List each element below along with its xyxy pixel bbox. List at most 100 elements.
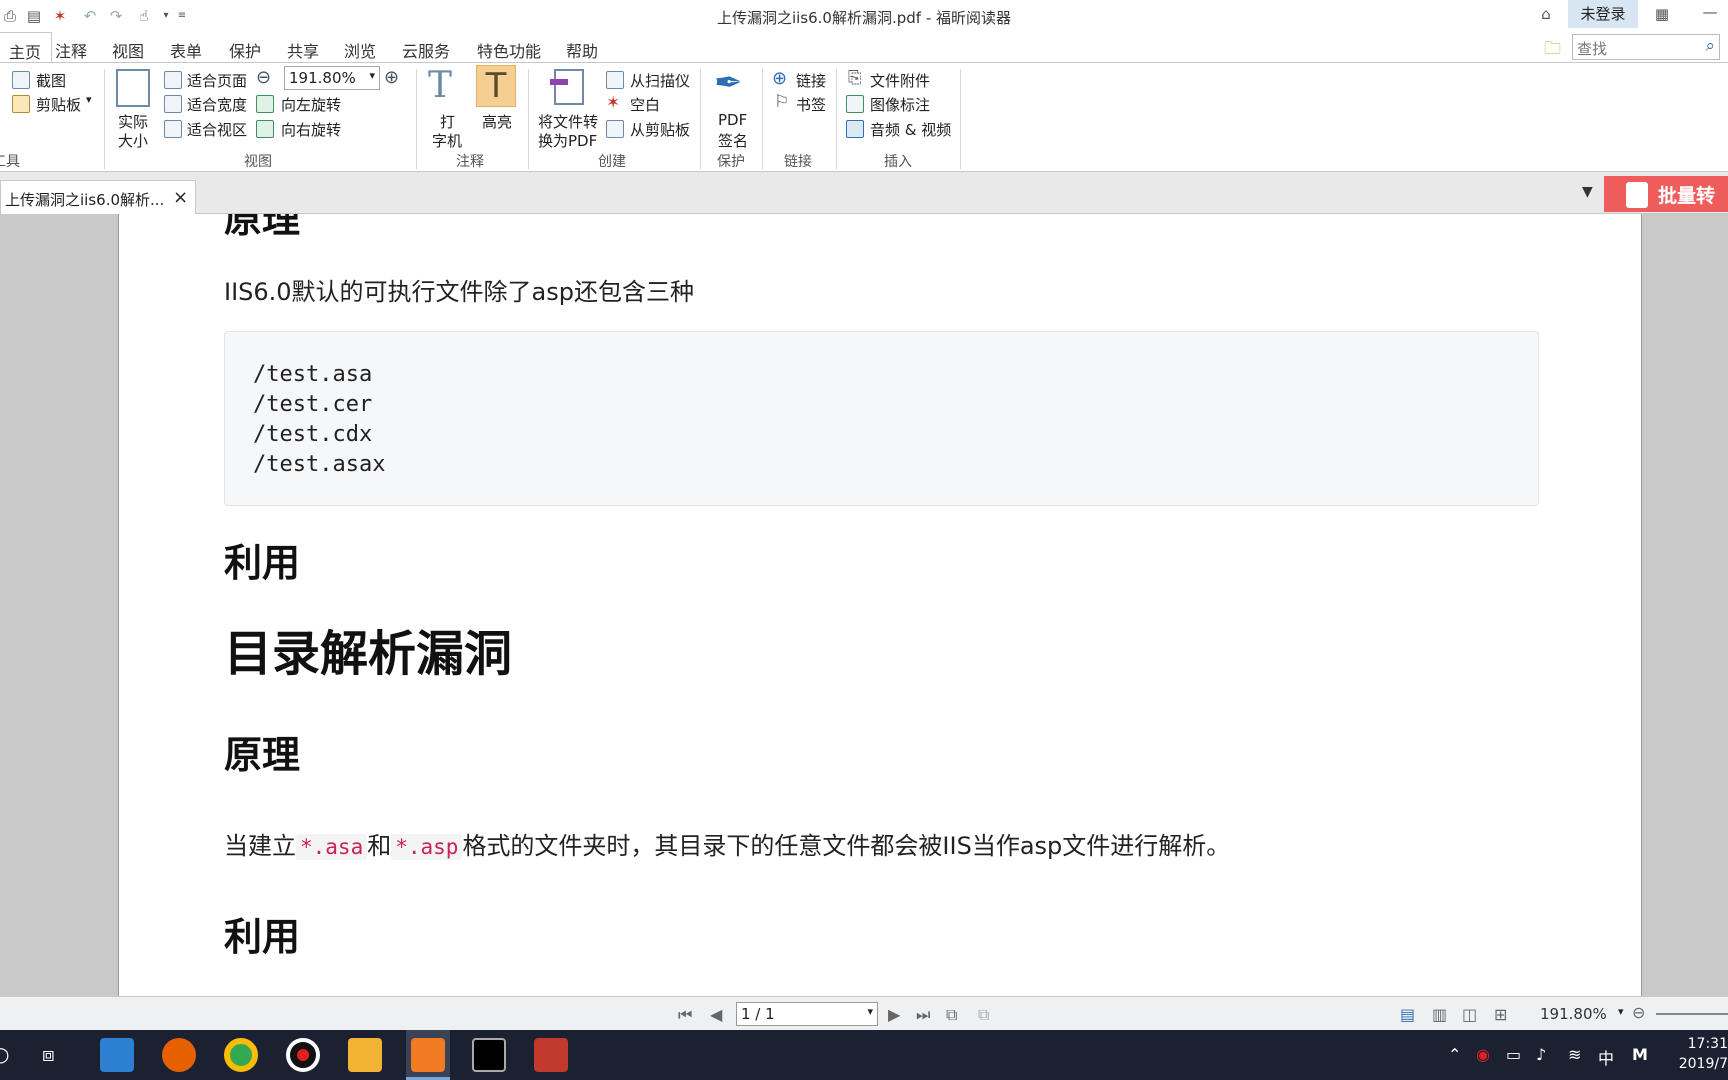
- first-page-icon[interactable]: ⏮: [678, 1005, 692, 1025]
- tab-help[interactable]: 帮助: [566, 38, 598, 62]
- attachment-button[interactable]: 文件附件: [870, 70, 930, 91]
- from-scanner-button[interactable]: 从扫描仪: [630, 70, 690, 91]
- document-icon: [1626, 182, 1648, 208]
- typewriter-label-2[interactable]: 字机: [432, 130, 462, 151]
- single-page-icon[interactable]: ▤: [1400, 1005, 1415, 1024]
- fit-page-icon: [164, 71, 182, 89]
- file-explorer-icon[interactable]: [348, 1038, 382, 1072]
- zoom-in-icon[interactable]: ⊕: [384, 67, 399, 88]
- tab-home[interactable]: 主页: [0, 32, 53, 63]
- blank-button[interactable]: 空白: [630, 94, 660, 115]
- chevron-down-icon: ▾: [369, 69, 375, 82]
- search-input[interactable]: 查找 ⌕: [1572, 34, 1720, 60]
- minimize-icon[interactable]: —: [1700, 2, 1720, 22]
- input-mode-indicator[interactable]: M: [1632, 1045, 1648, 1064]
- actual-size-icon: [116, 69, 150, 107]
- tab-cloud[interactable]: 云服务: [402, 38, 450, 62]
- heading-use: 利用: [224, 541, 301, 585]
- tab-browse[interactable]: 浏览: [344, 38, 376, 62]
- convert-label-2[interactable]: 换为PDF: [538, 130, 597, 151]
- fit-visible-button[interactable]: 适合视区: [187, 119, 247, 140]
- burp-suite-icon[interactable]: [534, 1038, 568, 1072]
- zoom-out-icon[interactable]: ⊖: [1632, 1003, 1645, 1022]
- tab-form[interactable]: 表单: [170, 38, 202, 62]
- login-button[interactable]: 未登录: [1568, 0, 1638, 28]
- previous-view-icon[interactable]: ⧉: [946, 1005, 957, 1025]
- search-icon[interactable]: ○: [0, 1042, 9, 1066]
- taskbar: ○ ⧈ ⌃ ◉ ▭ ♪ ≋ 中 M 17:31 2019/7: [0, 1030, 1728, 1080]
- actual-size-label-2[interactable]: 大小: [118, 130, 148, 151]
- inline-code: *.asp: [391, 834, 463, 860]
- zoom-level[interactable]: 191.80%: [1540, 1005, 1607, 1023]
- grid-icon[interactable]: ▦: [1652, 4, 1672, 24]
- tab-view[interactable]: 视图: [112, 38, 144, 62]
- tab-annotate[interactable]: 注释: [55, 38, 87, 62]
- next-page-icon[interactable]: ▶: [888, 1005, 900, 1024]
- chrome-icon[interactable]: [224, 1038, 258, 1072]
- taskbar-active-app[interactable]: [406, 1030, 450, 1080]
- next-view-icon[interactable]: ⧉: [978, 1005, 989, 1025]
- zoom-select[interactable]: 191.80% ▾: [284, 66, 380, 90]
- facing-icon[interactable]: ◫: [1462, 1005, 1477, 1024]
- highlight-icon[interactable]: T: [476, 65, 516, 107]
- chevron-down-icon[interactable]: ▾: [86, 93, 92, 106]
- chevron-down-icon: ▾: [867, 1005, 873, 1018]
- zoom-slider[interactable]: [1656, 1013, 1728, 1015]
- document-viewer[interactable]: 原理 IIS6.0默认的可执行文件除了asp还包含三种 /test.asa /t…: [0, 214, 1728, 996]
- previous-page-icon[interactable]: ◀: [710, 1005, 722, 1024]
- tab-protect[interactable]: 保护: [229, 38, 261, 62]
- ime-indicator[interactable]: 中: [1598, 1045, 1614, 1069]
- group-label-tools: 工具: [0, 154, 20, 170]
- battery-icon[interactable]: ▭: [1506, 1045, 1521, 1064]
- skin-icon[interactable]: ⌂: [1536, 4, 1556, 24]
- tray-chevron-icon[interactable]: ⌃: [1448, 1045, 1461, 1064]
- divider: [762, 69, 763, 169]
- tab-features[interactable]: 特色功能: [477, 38, 541, 62]
- pdf-sign-label-1[interactable]: PDF: [718, 111, 747, 129]
- actual-size-label-1[interactable]: 实际: [118, 111, 148, 132]
- image-annotation-button[interactable]: 图像标注: [870, 94, 930, 115]
- chevron-down-icon[interactable]: ▾: [1618, 1005, 1624, 1018]
- terminal-icon[interactable]: [472, 1038, 506, 1072]
- group-label-links: 链接: [784, 154, 812, 170]
- zoom-out-icon[interactable]: ⊖: [256, 67, 271, 88]
- batch-convert-banner[interactable]: 批量转: [1604, 176, 1728, 212]
- close-icon[interactable]: ×: [173, 187, 188, 208]
- volume-icon[interactable]: ♪: [1536, 1045, 1546, 1064]
- firefox-icon[interactable]: [162, 1038, 196, 1072]
- fit-page-button[interactable]: 适合页面: [187, 70, 247, 91]
- clipboard-button[interactable]: 剪贴板: [36, 94, 81, 115]
- audio-video-button[interactable]: 音频 & 视频: [870, 119, 951, 140]
- bookmark-button[interactable]: 书签: [796, 94, 826, 115]
- typewriter-label-1[interactable]: 打: [440, 111, 455, 132]
- group-label-view: 视图: [244, 154, 272, 170]
- link-button[interactable]: 链接: [796, 70, 826, 91]
- pdf-sign-icon: ✒: [714, 63, 743, 103]
- screenshot-button[interactable]: 截图: [36, 70, 66, 91]
- vscode-icon[interactable]: [100, 1038, 134, 1072]
- continuous-facing-icon[interactable]: ⊞: [1494, 1005, 1507, 1024]
- document-tab[interactable]: 上传漏洞之iis6.0解析... ×: [0, 180, 196, 214]
- tab-list-chevron-icon[interactable]: ▼: [1582, 184, 1593, 200]
- pdf-sign-label-2[interactable]: 签名: [718, 130, 748, 151]
- from-clipboard-button[interactable]: 从剪贴板: [630, 119, 690, 140]
- camera-icon: [12, 71, 30, 89]
- rotate-right-button[interactable]: 向右旋转: [281, 119, 341, 140]
- last-page-icon[interactable]: ⏭: [916, 1005, 930, 1025]
- convert-label-1[interactable]: 将文件转: [538, 111, 598, 132]
- search-icon[interactable]: ⌕: [1705, 36, 1715, 56]
- highlight-button[interactable]: 高亮: [482, 111, 512, 132]
- fit-width-button[interactable]: 适合宽度: [187, 94, 247, 115]
- folder-search-icon[interactable]: 🗀: [1544, 36, 1561, 65]
- clock-date[interactable]: 2019/7: [1668, 1056, 1728, 1072]
- task-view-icon[interactable]: ⧈: [42, 1042, 55, 1066]
- wifi-icon[interactable]: ≋: [1568, 1045, 1581, 1064]
- recorder-icon[interactable]: [286, 1038, 320, 1072]
- continuous-icon[interactable]: ▥: [1432, 1005, 1447, 1024]
- page-number-input[interactable]: 1 / 1 ▾: [736, 1002, 878, 1026]
- divider: [104, 69, 105, 169]
- rotate-left-button[interactable]: 向左旋转: [281, 94, 341, 115]
- clock-time[interactable]: 17:31: [1668, 1036, 1728, 1052]
- record-tray-icon[interactable]: ◉: [1476, 1045, 1490, 1064]
- tab-share[interactable]: 共享: [287, 38, 319, 62]
